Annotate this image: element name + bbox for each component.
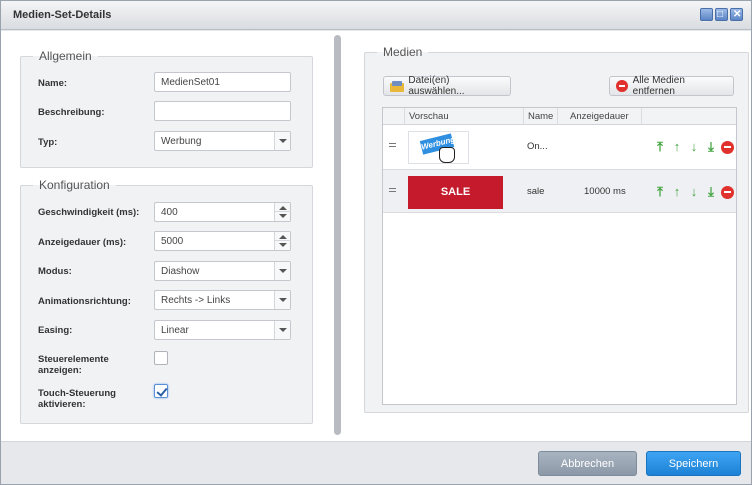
geschwindigkeit-label: Geschwindigkeit (ms): (38, 207, 140, 218)
medien-legend: Medien (383, 45, 423, 59)
chevron-down-icon[interactable] (274, 262, 290, 280)
column-header-name[interactable]: Name (524, 108, 558, 125)
chevron-down-icon[interactable] (274, 291, 290, 309)
maximize-icon: □ (717, 9, 724, 20)
scrollbar-thumb[interactable] (334, 35, 341, 435)
geschwindigkeit-stepper[interactable]: 400 (154, 202, 291, 222)
table-row[interactable]: Werbung On... ⤒ ↑ ↓ ⤓ (383, 125, 736, 169)
typ-select[interactable]: Werbung (154, 131, 291, 151)
window-controls: _ □ ✕ (700, 8, 743, 23)
chevron-down-icon[interactable] (274, 321, 290, 339)
sale-thumb-text: SALE (408, 176, 503, 209)
steuerelemente-label-line2: anzeigen: (38, 365, 82, 376)
modus-label: Modus: (38, 266, 72, 277)
dialog-footer: Abbrechen Speichern (1, 441, 751, 484)
row-name: On... (527, 141, 548, 152)
minimize-icon: _ (703, 12, 709, 23)
row-actions: ⤒ ↑ ↓ ⤓ (653, 140, 734, 154)
animationsrichtung-value: Rechts -> Links (161, 295, 231, 306)
dialog-content: Allgemein Name: MedienSet01 Beschreibung… (1, 31, 751, 441)
delete-icon[interactable] (721, 185, 734, 199)
row-name: sale (527, 186, 545, 197)
select-files-button[interactable]: Datei(en) auswählen... (383, 75, 511, 97)
steuerelemente-checkbox[interactable] (154, 351, 168, 365)
beschreibung-label: Beschreibung: (38, 107, 105, 118)
close-icon: ✕ (733, 9, 742, 20)
move-down-icon[interactable]: ↓ (687, 185, 701, 199)
modus-select[interactable]: Diashow (154, 261, 291, 281)
right-pane: Medien Datei(en) auswählen... Alle Medie… (346, 31, 751, 441)
touch-checkbox[interactable] (154, 384, 168, 398)
maximize-button[interactable]: □ (715, 8, 728, 21)
drag-handle-icon[interactable] (389, 188, 396, 192)
row-actions: ⤒ ↑ ↓ ⤓ (653, 185, 734, 199)
spin-up-icon[interactable] (279, 235, 287, 239)
media-table: Vorschau Name Anzeigedauer Werbung On...… (382, 107, 737, 405)
move-top-icon[interactable]: ⤒ (653, 185, 667, 199)
animationsrichtung-label: Animationsrichtung: (38, 296, 131, 307)
close-button[interactable]: ✕ (730, 8, 743, 21)
column-header-vorschau[interactable]: Vorschau (405, 108, 524, 125)
minimize-button[interactable]: _ (700, 8, 713, 23)
dialog-window: Medien-Set-Details _ □ ✕ Allgemein Name:… (0, 0, 752, 485)
move-down-icon[interactable]: ↓ (687, 140, 701, 154)
table-header: Vorschau Name Anzeigedauer (383, 108, 736, 125)
spin-down-icon[interactable] (279, 243, 287, 247)
beschreibung-input[interactable] (154, 101, 291, 121)
name-label: Name: (38, 78, 68, 89)
cancel-button[interactable]: Abbrechen (538, 451, 637, 476)
remove-icon (616, 80, 628, 92)
move-top-icon[interactable]: ⤒ (653, 140, 667, 154)
animationsrichtung-select[interactable]: Rechts -> Links (154, 290, 291, 310)
title-bar[interactable]: Medien-Set-Details _ □ ✕ (1, 1, 751, 30)
save-button[interactable]: Speichern (646, 451, 741, 476)
move-bottom-icon[interactable]: ⤓ (704, 185, 718, 199)
name-input[interactable]: MedienSet01 (154, 72, 291, 92)
anzeigedauer-label: Anzeigedauer (ms): (38, 237, 127, 248)
remove-all-button[interactable]: Alle Medien entfernen (609, 75, 734, 97)
column-header-anzeigedauer[interactable]: Anzeigedauer (558, 108, 642, 125)
select-files-label: Datei(en) auswählen... (408, 75, 465, 97)
typ-label: Typ: (38, 137, 58, 148)
folder-icon (390, 80, 405, 92)
modus-value: Diashow (161, 266, 200, 277)
move-up-icon[interactable]: ↑ (670, 140, 684, 154)
steuerelemente-label-line1: Steuerelemente (38, 354, 109, 365)
spin-down-icon[interactable] (279, 214, 287, 218)
touch-label-line2: aktivieren: (38, 399, 86, 410)
move-up-icon[interactable]: ↑ (670, 185, 684, 199)
row-duration: 10000 ms (584, 186, 626, 197)
delete-icon[interactable] (721, 140, 734, 154)
table-row[interactable]: SALE sale 10000 ms ⤒ ↑ ↓ ⤓ (383, 169, 736, 213)
column-header-drag (383, 108, 405, 125)
remove-all-label: Alle Medien entfernen (632, 75, 685, 97)
drag-handle-icon[interactable] (389, 143, 396, 147)
scrollbar[interactable] (331, 31, 344, 441)
move-bottom-icon[interactable]: ⤓ (704, 140, 718, 154)
anzeigedauer-stepper[interactable]: 5000 (154, 231, 291, 251)
konfiguration-legend: Konfiguration (39, 178, 110, 192)
spin-up-icon[interactable] (279, 206, 287, 210)
chevron-down-icon[interactable] (274, 132, 290, 150)
allgemein-legend: Allgemein (39, 49, 92, 63)
easing-value: Linear (161, 325, 189, 336)
spinner-buttons[interactable] (274, 232, 291, 250)
typ-value: Werbung (161, 136, 202, 147)
left-pane: Allgemein Name: MedienSet01 Beschreibung… (1, 31, 331, 441)
preview-thumbnail: Werbung (408, 131, 469, 164)
anzeigedauer-value: 5000 (161, 236, 184, 247)
easing-select[interactable]: Linear (154, 320, 291, 340)
spinner-buttons[interactable] (274, 203, 291, 221)
touch-label-line1: Touch-Steuerung (38, 388, 116, 399)
geschwindigkeit-value: 400 (161, 207, 178, 218)
hand-cursor-icon (439, 147, 455, 163)
window-title: Medien-Set-Details (13, 9, 112, 21)
easing-label: Easing: (38, 325, 73, 336)
